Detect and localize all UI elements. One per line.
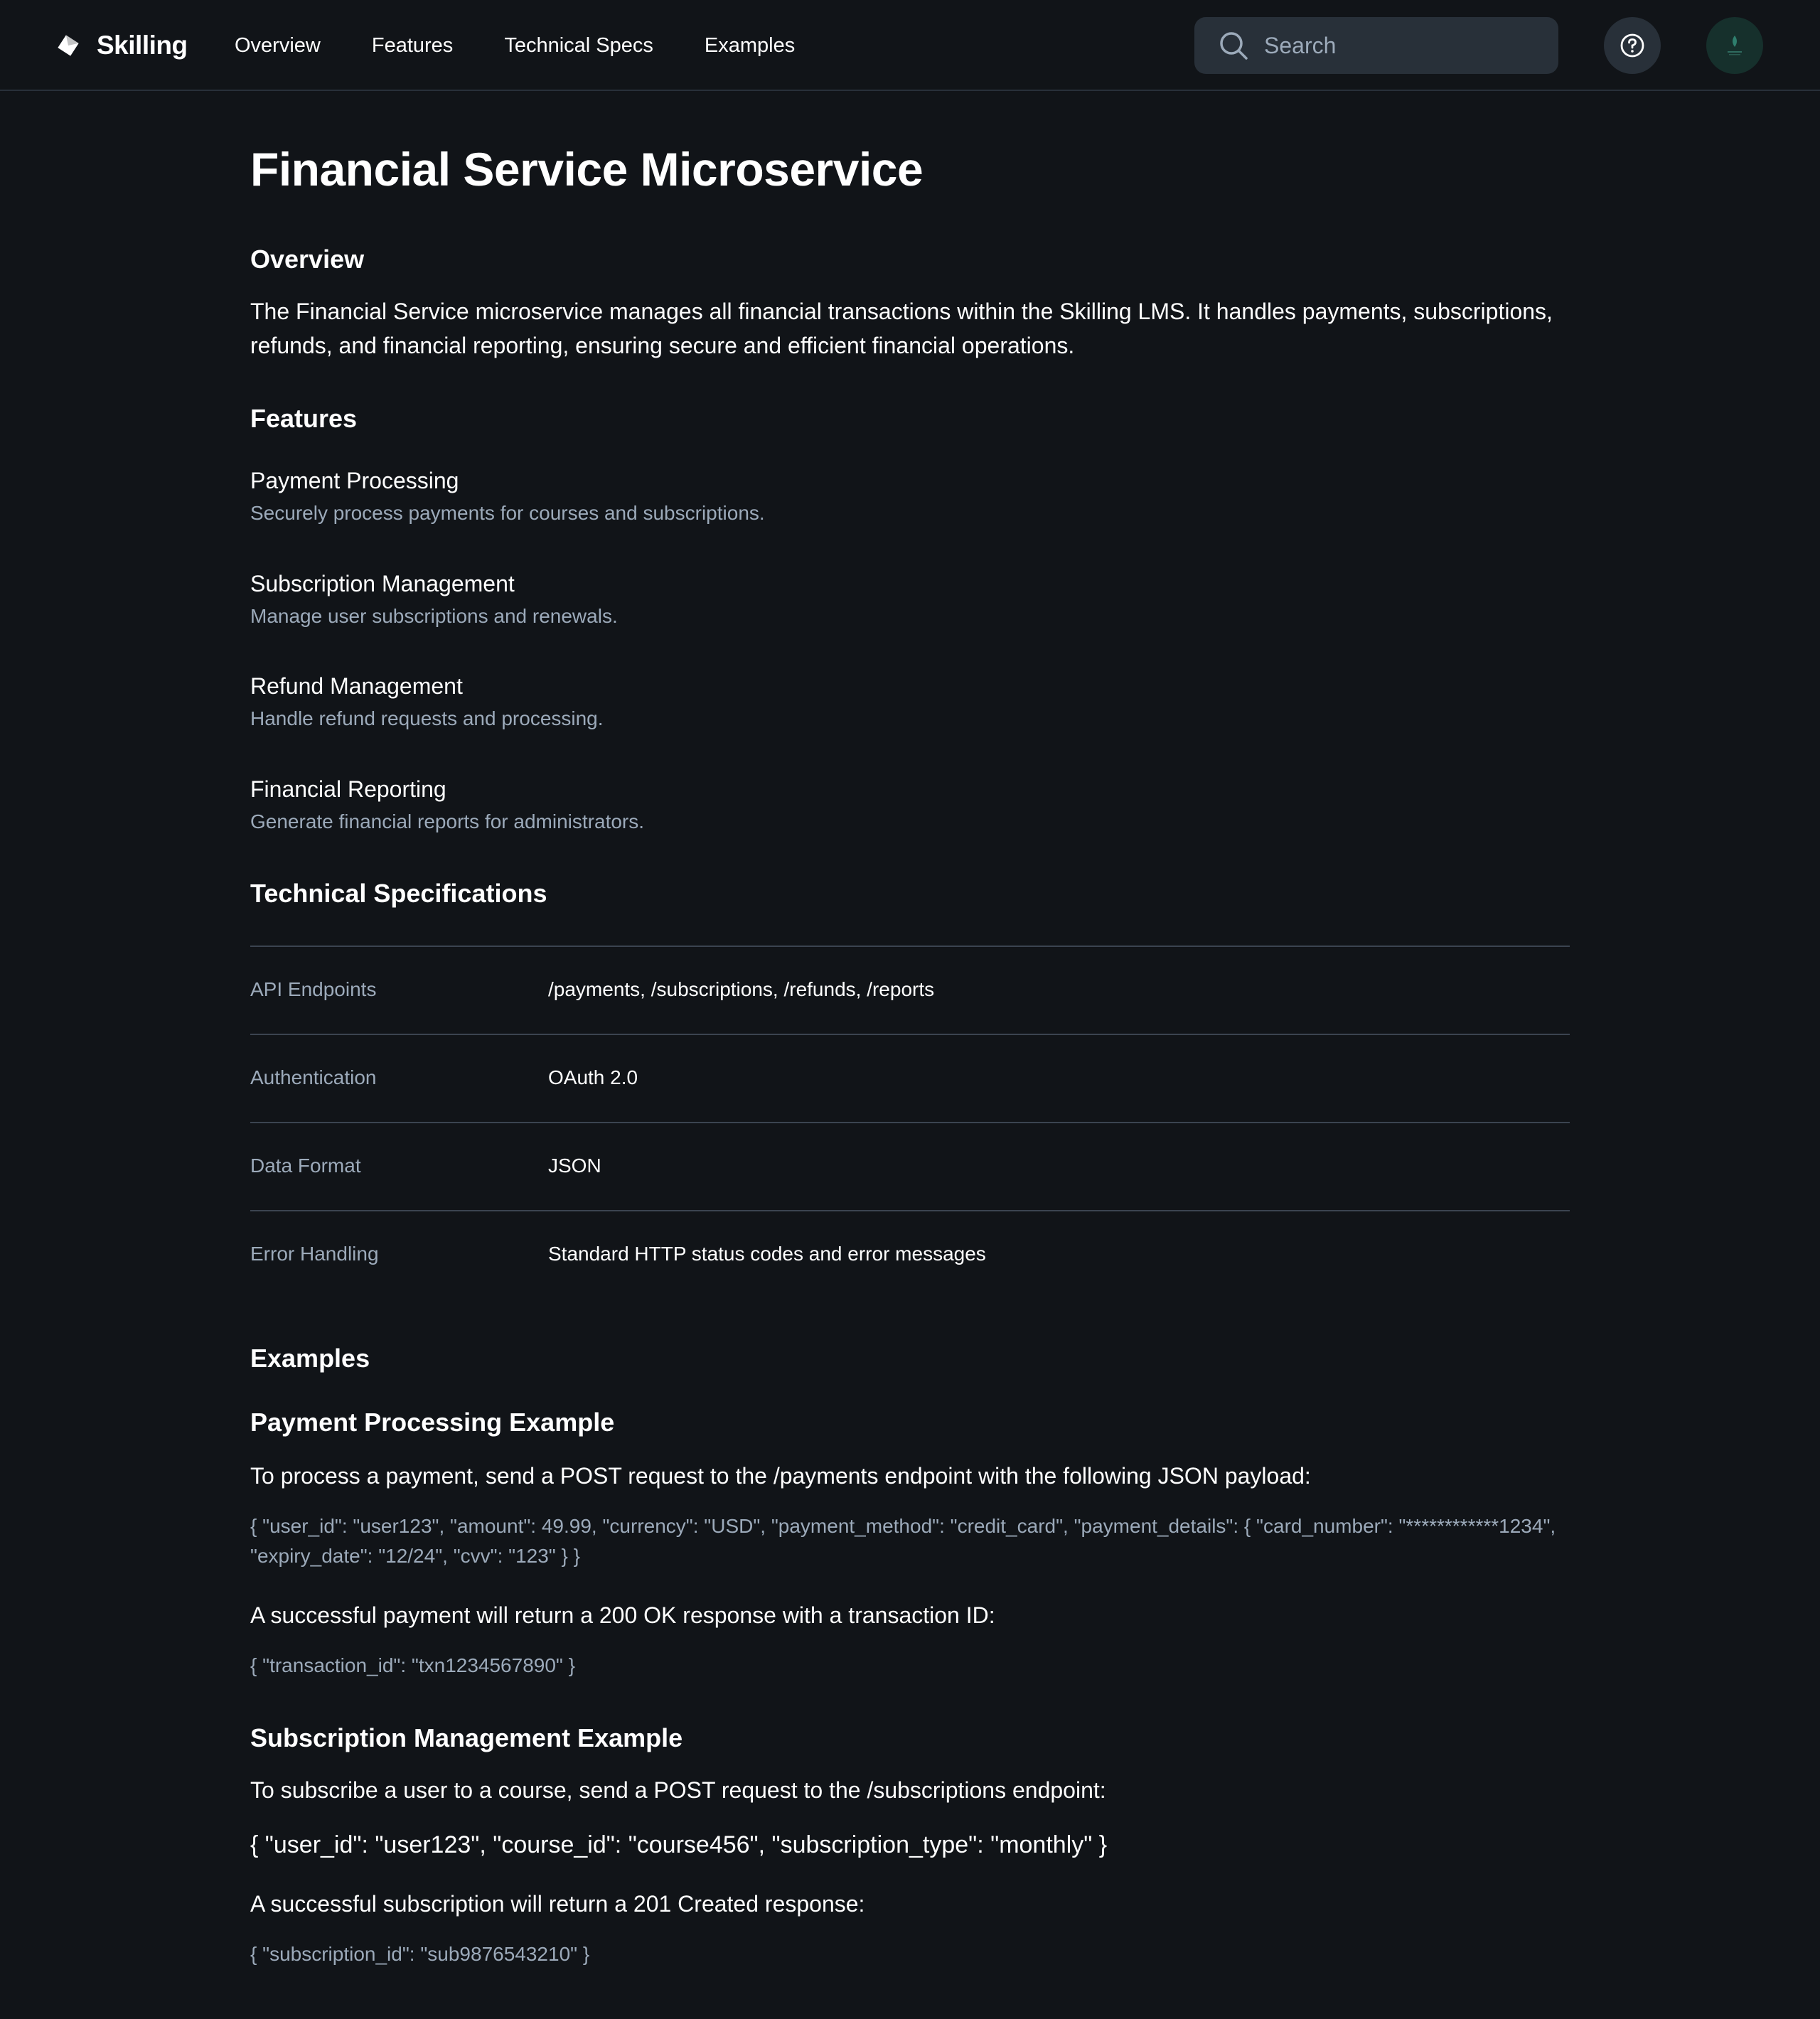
brand-name: Skilling [97,31,188,60]
skilling-logo-icon [58,35,79,56]
features-heading: Features [250,404,358,433]
feature-title: Refund Management [250,673,463,699]
subscription-success-text: A successful subscription will return a … [250,1891,865,1917]
subscription-example-intro: To subscribe a user to a course, send a … [250,1777,1106,1803]
feature-title: Financial Reporting [250,776,446,802]
spec-value: OAuth 2.0 [548,1066,638,1088]
search-input[interactable] [1263,31,1536,60]
table-row: Data Format JSON [250,1122,1570,1210]
spec-value: /payments, /subscriptions, /refunds, /re… [548,978,935,1000]
spec-label: Data Format [250,1155,361,1177]
feature-description: Handle refund requests and processing. [250,707,604,729]
technical-specifications-heading: Technical Specifications [250,879,547,908]
feature-description: Manage user subscriptions and renewals. [250,605,618,627]
specs-table: API Endpoints /payments, /subscriptions,… [250,946,1570,1298]
main-nav: Overview Features Technical Specs Exampl… [235,28,846,63]
overview-heading: Overview [250,245,365,274]
payment-example-intro: To process a payment, send a POST reques… [250,1463,1311,1489]
nav-overview[interactable]: Overview [235,34,321,58]
payment-request-payload: { "user_id": "user123", "amount": 49.99,… [250,1515,1556,1567]
feature-description: Generate financial reports for administr… [250,810,645,832]
brand[interactable]: Skilling [55,26,188,65]
avatar[interactable] [1706,17,1763,74]
feature-title: Subscription Management [250,571,515,596]
top-navigation-bar: Skilling Overview Features Technical Spe… [0,0,1820,91]
feature-title: Payment Processing [250,468,459,493]
payment-example-heading: Payment Processing Example [250,1408,615,1437]
avatar-image [1728,36,1742,55]
spec-label: Authentication [250,1066,377,1088]
page-title: Financial Service Microservice [250,143,924,196]
payment-response-payload: { "transaction_id": "txn1234567890" } [250,1654,575,1676]
help-button[interactable] [1604,17,1661,74]
nav-examples[interactable]: Examples [705,34,795,58]
search-box[interactable] [1194,17,1558,74]
subscription-response-payload: { "subscription_id": "sub9876543210" } [250,1943,590,1965]
question-circle-icon [1620,33,1644,58]
payment-success-text: A successful payment will return a 200 O… [250,1602,995,1628]
subscription-request-payload: { "user_id": "user123", "course_id": "co… [250,1831,1108,1858]
search-icon [1220,32,1248,60]
examples-heading: Examples [250,1344,370,1373]
nav-features[interactable]: Features [372,34,453,58]
spec-label: Error Handling [250,1243,379,1265]
table-row: Authentication OAuth 2.0 [250,1034,1570,1122]
subscription-example-heading: Subscription Management Example [250,1723,683,1752]
spec-label: API Endpoints [250,978,377,1000]
nav-technical-specs[interactable]: Technical Specs [504,34,653,58]
feature-description: Securely process payments for courses an… [250,502,765,524]
table-row: API Endpoints /payments, /subscriptions,… [250,946,1570,1034]
overview-text: The Financial Service microservice manag… [250,299,1553,358]
spec-value: JSON [548,1155,601,1177]
spec-value: Standard HTTP status codes and error mes… [548,1243,986,1265]
table-row: Error Handling Standard HTTP status code… [250,1210,1570,1298]
